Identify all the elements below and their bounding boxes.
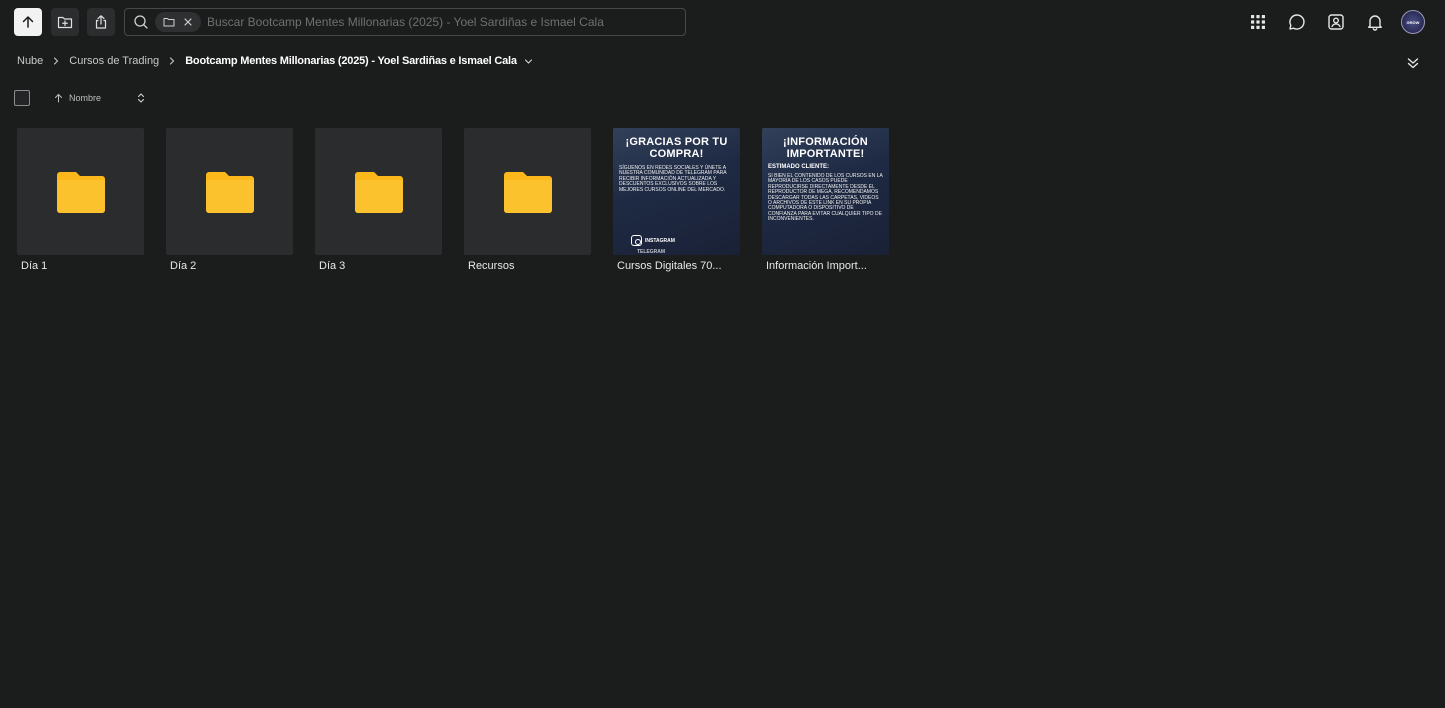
share-button[interactable] [87,8,115,36]
folder-icon [56,171,105,213]
file-grid: Día 1 Día 2 Día 3 Recursos ¡GRACIAS POR … [17,128,911,272]
image-thumbnail: ¡INFORMACIÓN IMPORTANTE! ESTIMADO CLIENT… [762,128,889,255]
chat-icon[interactable] [1283,8,1311,36]
sort-ascending-arrow-icon [54,93,63,103]
upload-button[interactable] [14,8,42,36]
thumb-body: SÍGUENOS EN REDES SOCIALES Y ÚNETE A NUE… [619,165,727,193]
tile-thumbnail [315,128,442,255]
sort-by-name-button[interactable]: Nombre [54,93,101,103]
thumb-body: SI BIEN EL CONTENIDO DE LOS CURSOS EN LA… [768,173,883,223]
folder-icon [503,171,552,213]
folder-tile-dia-1[interactable]: Día 1 [17,128,144,272]
folder-plus-icon [57,16,73,29]
thumb-title: ¡GRACIAS POR TU COMPRA! [625,136,728,160]
avatar[interactable]: GROW [1401,10,1425,34]
select-all-checkbox[interactable] [14,89,30,106]
top-toolbar: GROW [0,0,1445,44]
tile-name: Día 2 [170,260,197,272]
sort-bar: Nombre [14,89,145,106]
search-bar [124,8,686,36]
folder-icon [163,18,175,27]
tile-name: Recursos [468,260,515,272]
thumb-subtitle: ESTIMADO CLIENTE: [768,164,829,170]
chevron-down-icon[interactable] [524,57,533,66]
folder-icon [354,171,403,213]
contacts-icon[interactable] [1322,8,1350,36]
image-thumbnail: ¡GRACIAS POR TU COMPRA! SÍGUENOS EN REDE… [613,128,740,255]
tile-name: Día 1 [21,260,48,272]
folder-icon [205,171,254,213]
folder-tile-recursos[interactable]: Recursos [464,128,591,272]
tile-name: Información Import... [766,260,867,272]
breadcrumb-item-nube[interactable]: Nube [17,55,43,67]
folder-tile-dia-3[interactable]: Día 3 [315,128,442,272]
share-icon [95,15,107,29]
apps-grid-icon[interactable] [1244,8,1272,36]
thumb-title: ¡INFORMACIÓN IMPORTANTE! [783,136,868,160]
thumb-footer: INSTAGRAM [631,235,675,246]
image-tile-informacion-importante[interactable]: ¡INFORMACIÓN IMPORTANTE! ESTIMADO CLIENT… [762,128,889,272]
folder-tile-dia-2[interactable]: Día 2 [166,128,293,272]
collapse-double-chevron-icon[interactable] [1405,55,1421,71]
new-folder-button[interactable] [51,8,79,36]
breadcrumb-item-cursos-de-trading[interactable]: Cursos de Trading [69,55,159,67]
breadcrumb: Nube Cursos de Trading Bootcamp Mentes M… [17,53,533,69]
sort-label: Nombre [69,92,102,103]
header-actions: GROW [1233,8,1425,36]
sort-toggle-icon[interactable] [137,92,145,104]
search-input[interactable] [201,10,685,34]
folder-scope-chip[interactable] [155,12,201,32]
instagram-icon [631,235,642,246]
image-tile-cursos-digitales[interactable]: ¡GRACIAS POR TU COMPRA! SÍGUENOS EN REDE… [613,128,740,272]
arrow-up-icon [22,16,34,28]
tile-thumbnail [464,128,591,255]
tile-thumbnail [166,128,293,255]
chevron-right-icon [168,57,176,65]
search-icon[interactable] [127,9,155,35]
breadcrumb-current-folder: Bootcamp Mentes Millonarias (2025) - Yoe… [185,55,517,67]
close-icon[interactable] [183,17,193,27]
tile-thumbnail [17,128,144,255]
chevron-right-icon [52,57,60,65]
notifications-bell-icon[interactable] [1361,8,1389,36]
tile-name: Cursos Digitales 70... [617,260,722,272]
thumb-footer-2: TELEGRAM [637,249,666,255]
tile-name: Día 3 [319,260,346,272]
